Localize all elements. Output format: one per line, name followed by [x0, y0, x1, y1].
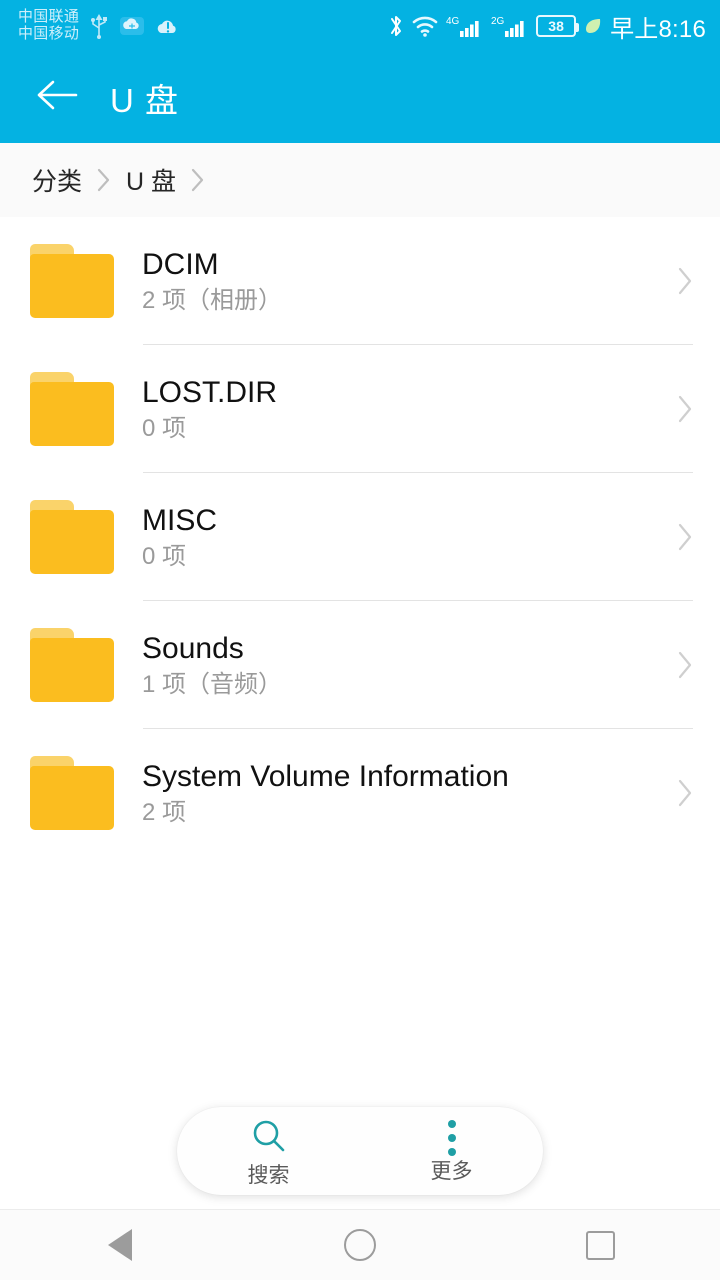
- wifi-icon: [411, 14, 439, 38]
- signal-4g-icon: 4G: [446, 13, 484, 39]
- recents-square-icon: [585, 1230, 615, 1260]
- row-text: System Volume Information 2 项: [142, 761, 650, 825]
- back-button[interactable]: [26, 67, 88, 129]
- file-detail: 1 项（音频）: [142, 670, 283, 698]
- battery-percent-label: 38: [548, 18, 564, 34]
- file-name: MISC: [142, 504, 217, 538]
- folder-icon: [30, 372, 114, 446]
- chevron-right-icon[interactable]: [650, 265, 720, 297]
- table-row[interactable]: System Volume Information 2 项: [0, 729, 720, 857]
- phone-screen: 中国联通 中国移动 4G 2G 38 早上8:16 U 盘 分类 U 盘 DCI…: [0, 0, 720, 1280]
- more-vertical-icon: [447, 1120, 456, 1156]
- carrier-label-2: 中国移动: [18, 25, 80, 42]
- row-text: LOST.DIR 0 项: [142, 377, 650, 441]
- cloud-sync-icon: [119, 14, 145, 38]
- home-circle-icon: [344, 1229, 376, 1261]
- app-bar: U 盘: [0, 52, 720, 143]
- signal-2g-icon: 2G: [491, 13, 529, 39]
- chevron-right-icon: [96, 167, 112, 193]
- chevron-right-icon[interactable]: [650, 777, 720, 809]
- leaf-icon: [583, 16, 603, 36]
- table-row[interactable]: LOST.DIR 0 项: [0, 345, 720, 473]
- folder-icon: [30, 756, 114, 830]
- search-label: 搜索: [247, 1163, 290, 1187]
- chevron-right-icon: [190, 167, 206, 193]
- nav-home-button[interactable]: [300, 1210, 420, 1280]
- system-nav-bar: [0, 1209, 720, 1280]
- folder-icon: [30, 244, 114, 318]
- file-name: Sounds: [142, 632, 244, 666]
- chevron-right-icon[interactable]: [650, 649, 720, 681]
- status-bar-clock: 早上8:16: [610, 15, 706, 43]
- more-label: 更多: [430, 1160, 473, 1183]
- breadcrumb-item-category[interactable]: 分类: [32, 162, 82, 198]
- chevron-right-icon[interactable]: [650, 521, 720, 553]
- breadcrumb-item-udisk[interactable]: U 盘: [126, 162, 176, 198]
- file-name: LOST.DIR: [142, 376, 278, 410]
- back-triangle-icon: [108, 1229, 132, 1261]
- chevron-right-icon[interactable]: [650, 393, 720, 425]
- bluetooth-icon: [388, 13, 404, 39]
- status-bar: 中国联通 中国移动 4G 2G 38 早上8:16: [0, 0, 720, 52]
- page-title: U 盘: [110, 81, 179, 119]
- more-button[interactable]: 更多: [360, 1107, 543, 1195]
- arrow-left-icon: [34, 78, 80, 117]
- file-detail: 2 项: [142, 798, 187, 826]
- table-row[interactable]: MISC 0 项: [0, 473, 720, 601]
- status-bar-right: 4G 2G 38 早上8:16: [388, 9, 706, 44]
- file-detail: 0 项: [142, 414, 187, 442]
- search-button[interactable]: 搜索: [177, 1107, 360, 1195]
- nav-recents-button[interactable]: [540, 1210, 660, 1280]
- cloud-alert-icon: [155, 15, 181, 37]
- search-icon: [250, 1117, 288, 1160]
- bottom-toolbar: 搜索 更多: [177, 1107, 543, 1195]
- row-text: MISC 0 项: [142, 505, 650, 569]
- file-name: DCIM: [142, 248, 219, 282]
- status-bar-left: 中国联通 中国移动: [18, 8, 181, 43]
- file-list: DCIM 2 项（相册） LOST.DIR 0 项 MISC 0 项 Sound…: [0, 217, 720, 857]
- file-detail: 0 项: [142, 542, 187, 570]
- carrier-labels: 中国联通 中国移动: [18, 8, 80, 43]
- table-row[interactable]: Sounds 1 项（音频）: [0, 601, 720, 729]
- nav-back-button[interactable]: [60, 1210, 180, 1280]
- folder-icon: [30, 628, 114, 702]
- breadcrumb: 分类 U 盘: [0, 143, 720, 217]
- file-detail: 2 项（相册）: [142, 286, 283, 314]
- signal-2g-label: 2G: [491, 16, 505, 27]
- row-text: Sounds 1 项（音频）: [142, 633, 650, 697]
- signal-4g-label: 4G: [446, 16, 460, 27]
- file-name: System Volume Information: [142, 760, 509, 794]
- usb-icon: [89, 13, 109, 39]
- battery-icon: 38: [536, 15, 580, 37]
- table-row[interactable]: DCIM 2 项（相册）: [0, 217, 720, 345]
- carrier-label-1: 中国联通: [18, 8, 80, 26]
- row-text: DCIM 2 项（相册）: [142, 249, 650, 313]
- folder-icon: [30, 500, 114, 574]
